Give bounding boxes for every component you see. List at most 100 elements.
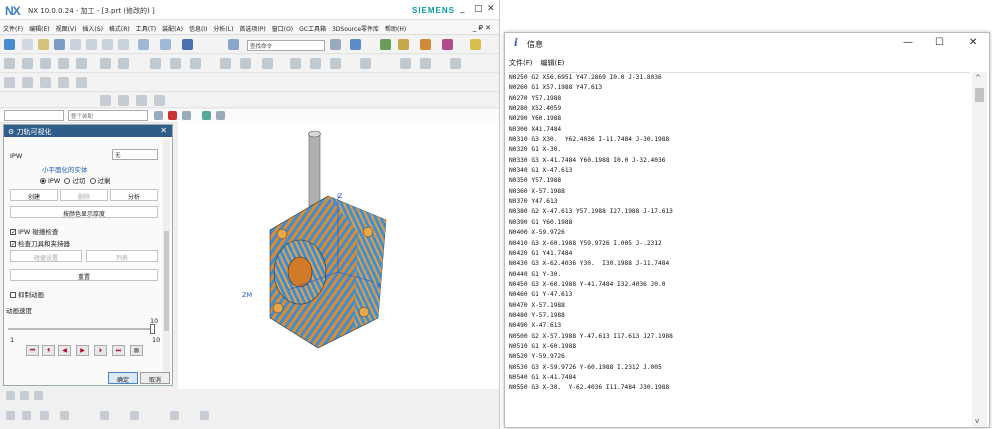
copy-icon[interactable] xyxy=(86,39,97,50)
view-menu-icon[interactable] xyxy=(350,39,361,50)
reuse-library-icon[interactable] xyxy=(34,391,43,400)
tool-holder-checkbox[interactable]: ✓ xyxy=(10,241,16,248)
ipw-collision-check[interactable]: ✓ IPW 碰撞检查 xyxy=(10,226,58,236)
search-icon[interactable] xyxy=(330,39,341,50)
replay-toolpath-icon[interactable] xyxy=(170,58,181,69)
menu-gc-toolbox[interactable]: GC工具箱 xyxy=(296,21,329,33)
part-navigator-bottom-icon[interactable] xyxy=(60,411,69,420)
ipw-select[interactable]: 无 xyxy=(112,149,158,160)
menu-3dsource[interactable]: 3DSource零件库 xyxy=(329,21,382,33)
analyze-button[interactable]: 分析 xyxy=(110,189,158,201)
history-icon[interactable] xyxy=(20,391,29,400)
create-operation-icon[interactable] xyxy=(76,58,87,69)
datum-icon[interactable] xyxy=(136,95,147,106)
menu-window[interactable]: 窗口(O) xyxy=(269,21,296,33)
scroll-down-arrow[interactable]: v xyxy=(975,417,979,425)
new-file-icon[interactable] xyxy=(22,39,33,50)
redo-icon[interactable] xyxy=(160,39,171,50)
info-menu-edit[interactable]: 编辑(E) xyxy=(537,56,569,68)
menu-file[interactable]: 文件(F) xyxy=(0,21,26,33)
create-method-icon[interactable] xyxy=(58,58,69,69)
info-scrollbar[interactable]: ^ v xyxy=(972,72,987,427)
dialog-scrollbar[interactable] xyxy=(163,139,170,384)
command-search-input[interactable]: 查找命令 xyxy=(247,40,325,51)
radio-overcut[interactable] xyxy=(64,178,71,184)
maximize-button[interactable]: □ xyxy=(474,4,483,14)
sync-modeling-icon[interactable] xyxy=(154,95,165,106)
ipw-collision-checkbox[interactable]: ✓ xyxy=(10,229,16,236)
delete-icon[interactable] xyxy=(118,39,129,50)
create-tool-icon[interactable] xyxy=(22,58,33,69)
mcs-icon[interactable] xyxy=(58,77,69,88)
constraint-navigator-icon[interactable] xyxy=(130,411,139,420)
delete-toolpath-icon[interactable] xyxy=(360,58,371,69)
roles-icon[interactable] xyxy=(6,411,15,420)
machine-navigator-icon[interactable] xyxy=(40,411,49,420)
feed-rate-icon[interactable] xyxy=(290,58,301,69)
tool-path-list-icon[interactable] xyxy=(310,58,321,69)
simulate-icon[interactable] xyxy=(220,58,231,69)
edit-object-icon[interactable] xyxy=(330,58,341,69)
start-menu-icon[interactable] xyxy=(4,39,15,50)
rewind-to-start-button[interactable]: ⏮ xyxy=(26,345,39,356)
menu-preferences[interactable]: 首选项(P) xyxy=(236,21,268,33)
cancel-button[interactable]: 取消 xyxy=(140,372,170,384)
display-icon[interactable] xyxy=(470,39,481,50)
fast-forward-button[interactable]: ⏭ xyxy=(112,345,125,356)
snap-icon[interactable] xyxy=(420,39,431,50)
toolpath-animation-icon[interactable] xyxy=(450,58,461,69)
point-icon[interactable] xyxy=(202,111,211,120)
menu-view[interactable]: 视图(V) xyxy=(53,21,80,33)
info-text-area[interactable]: N0250 G2 X56.6951 Y47.2869 I0.0 J-31.803… xyxy=(508,72,970,427)
workpiece-icon[interactable] xyxy=(4,77,15,88)
navigator-icon[interactable] xyxy=(6,391,15,400)
cutting-params-icon[interactable] xyxy=(400,58,411,69)
open-file-icon[interactable] xyxy=(38,39,49,50)
animation-speed-slider[interactable] xyxy=(8,324,155,334)
list-button[interactable]: 列表 xyxy=(86,250,158,262)
feature-icon[interactable] xyxy=(100,95,111,106)
radio-residual[interactable] xyxy=(89,178,96,184)
info-close-button[interactable]: ✕ xyxy=(969,37,977,48)
delete-button[interactable]: 删除 xyxy=(60,189,108,201)
info-menu-file[interactable]: 文件(F) xyxy=(505,56,537,68)
paste-icon[interactable] xyxy=(102,39,113,50)
collision-settings-button[interactable]: 碰撞设置 xyxy=(10,250,82,262)
select-icon[interactable] xyxy=(398,39,409,50)
window-switch-icon[interactable] xyxy=(228,39,239,50)
info-maximize-button[interactable]: ☐ xyxy=(935,37,944,48)
menu-edit[interactable]: 编辑(E) xyxy=(26,21,52,33)
cut-icon[interactable] xyxy=(70,39,81,50)
intent-icon[interactable] xyxy=(182,111,191,120)
machine-tool-view-icon[interactable] xyxy=(118,58,129,69)
program-order-view-icon[interactable] xyxy=(100,58,111,69)
info-scroll-thumb[interactable] xyxy=(975,88,984,102)
menu-help[interactable]: 帮助(H) xyxy=(382,21,409,33)
menubar-window-controls[interactable]: _ ₽ ✕ xyxy=(470,21,494,32)
measure-icon[interactable] xyxy=(442,39,453,50)
stop-button[interactable]: ■ xyxy=(130,345,143,356)
create-geometry-icon[interactable] xyxy=(40,58,51,69)
snap-point-icon[interactable] xyxy=(168,111,177,120)
shop-docs-icon[interactable] xyxy=(262,58,273,69)
verify-toolpath-icon[interactable] xyxy=(190,58,201,69)
filter-icon[interactable] xyxy=(154,111,163,120)
play-forward-button[interactable]: ▶ xyxy=(76,345,89,356)
create-button[interactable]: 创建 xyxy=(10,189,58,201)
dialog-scroll-thumb[interactable] xyxy=(164,231,169,331)
operation-navigator-icon[interactable] xyxy=(22,411,31,420)
menu-analysis[interactable]: 分析(L) xyxy=(210,21,236,33)
info-minimize-button[interactable]: — xyxy=(903,37,913,48)
menu-assembly[interactable]: 装配(A) xyxy=(159,21,186,33)
create-program-icon[interactable] xyxy=(4,58,15,69)
step-forward-button[interactable]: ⏵ xyxy=(94,345,107,356)
undo-icon[interactable] xyxy=(138,39,149,50)
ok-button[interactable]: 确定 xyxy=(108,372,138,384)
reset-button[interactable]: 重置 xyxy=(10,269,158,281)
type-filter-combo[interactable] xyxy=(4,110,64,121)
menu-tools[interactable]: 工具(T) xyxy=(133,21,159,33)
minimize-button[interactable]: _ xyxy=(460,4,465,14)
graphics-viewport[interactable]: ZM Y Z xyxy=(174,122,499,389)
check-geometry-icon[interactable] xyxy=(40,77,51,88)
save-icon[interactable] xyxy=(54,39,65,50)
